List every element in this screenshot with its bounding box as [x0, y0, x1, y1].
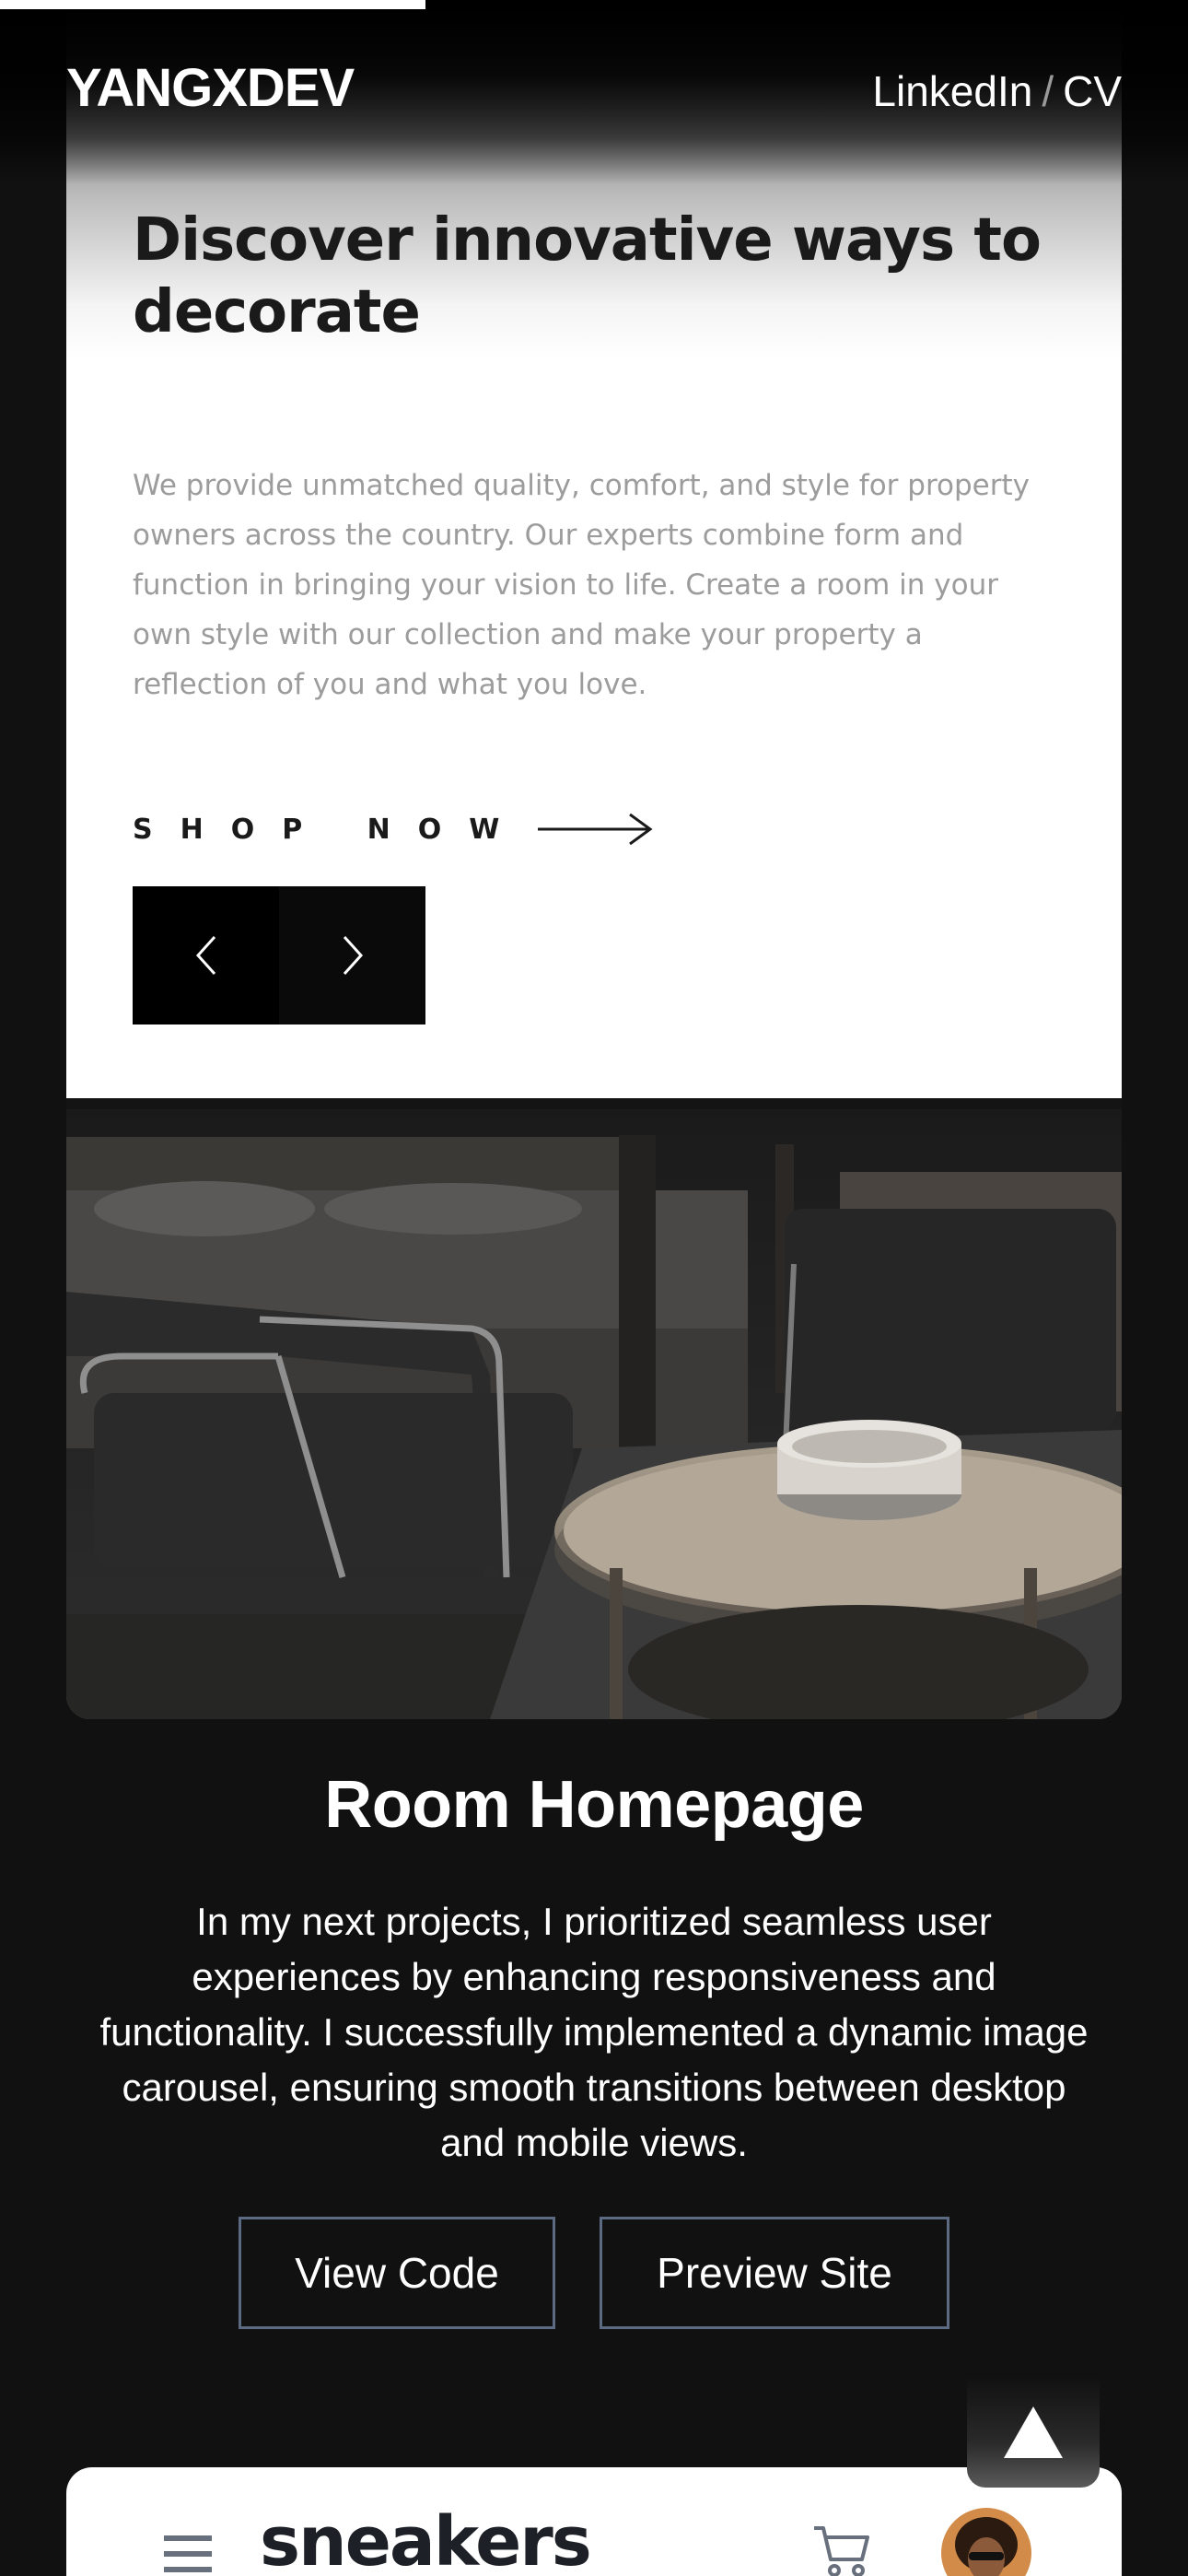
triangle-up-icon	[1004, 2406, 1063, 2458]
preview-body-text: We provide unmatched quality, comfort, a…	[133, 469, 1030, 701]
carousel-prev-button	[133, 886, 279, 1025]
hamburger-menu-icon	[164, 2535, 212, 2572]
carousel-controls	[133, 886, 425, 1025]
shop-now-link: SHOP NOW	[133, 813, 528, 846]
cart-icon	[814, 2526, 869, 2576]
nav-separator: /	[1042, 67, 1054, 115]
scroll-progress-fill	[0, 0, 425, 9]
linkedin-link[interactable]: LinkedIn	[872, 67, 1032, 115]
project-actions: View Code Preview Site	[0, 2217, 1188, 2329]
avatar	[941, 2508, 1031, 2576]
preview-heading: Discover innovative ways to decorate	[133, 206, 1042, 346]
back-to-top-button[interactable]	[967, 2377, 1100, 2488]
arrow-right-icon	[538, 813, 653, 846]
scroll-progress-bar	[0, 0, 1188, 9]
project-preview-image: Discover innovative ways to decorate We …	[66, 0, 1122, 1719]
project-description: In my next projects, I prioritized seaml…	[99, 1900, 1089, 2164]
header-nav: LinkedIn / CV	[872, 66, 1122, 116]
project-title: Room Homepage	[324, 1768, 864, 1842]
room-photo	[66, 1098, 1122, 1719]
carousel-next-button	[279, 886, 425, 1025]
cv-link[interactable]: CV	[1063, 67, 1122, 115]
sneakers-logo: sneakers	[260, 2502, 592, 2576]
site-brand-logo[interactable]: YANGXDEV	[66, 57, 355, 119]
next-project-preview: sneakers	[66, 2467, 1122, 2576]
chevron-left-icon	[195, 935, 215, 976]
view-code-button[interactable]: View Code	[239, 2217, 555, 2329]
chevron-right-icon	[343, 935, 363, 976]
site-header: YANGXDEV LinkedIn / CV	[0, 0, 1188, 184]
preview-site-button[interactable]: Preview Site	[600, 2217, 949, 2329]
